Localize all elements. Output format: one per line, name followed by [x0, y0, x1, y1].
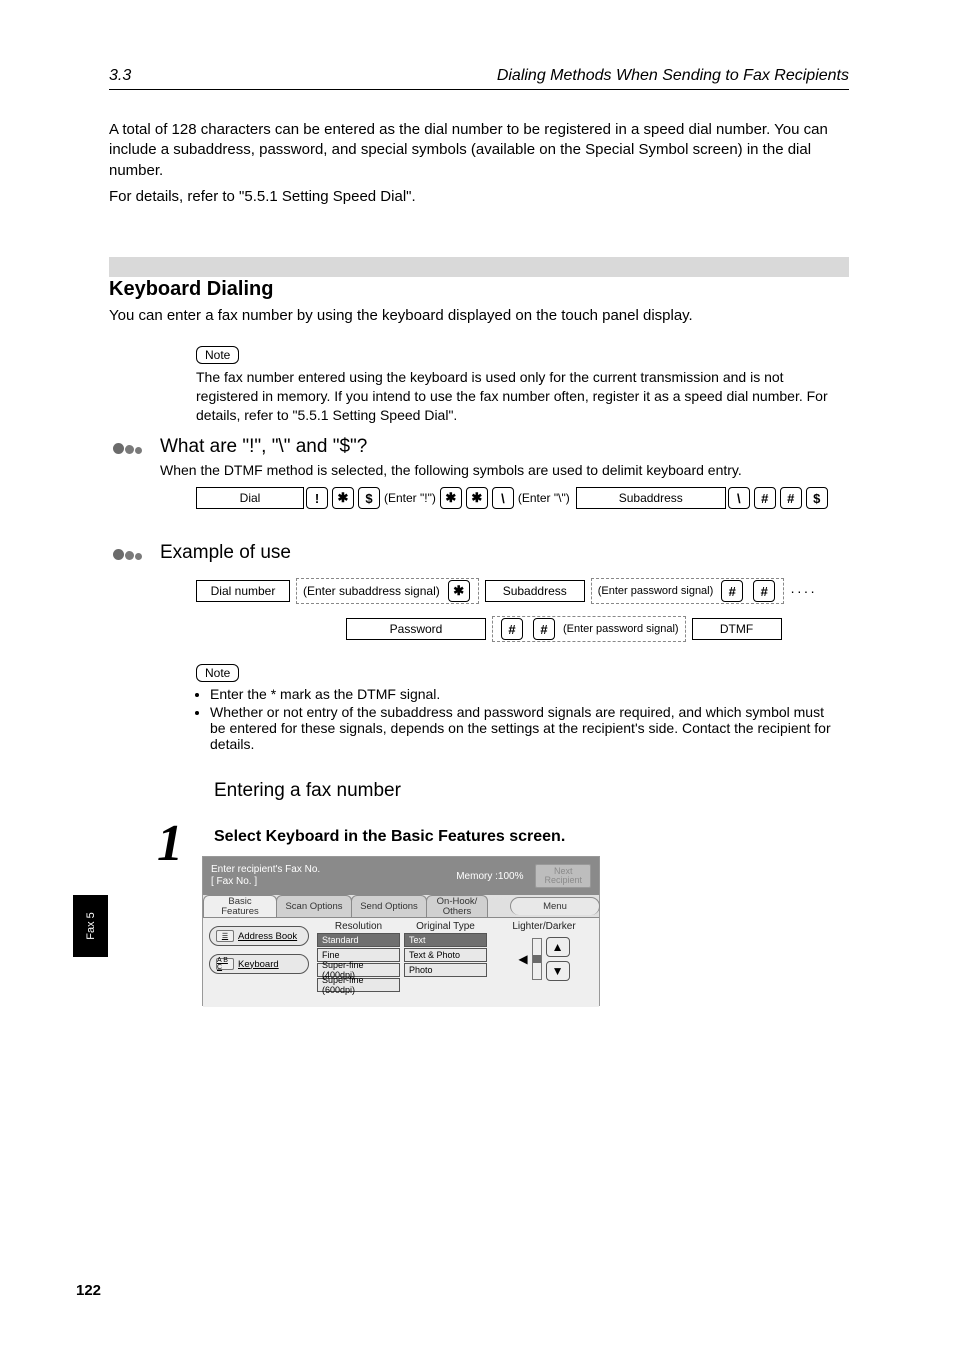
key-hash: #: [721, 580, 743, 602]
subheading: What are "!", "\" and "$"?: [160, 436, 367, 458]
chapter-side-label: Fax 5: [84, 912, 96, 940]
page-header: 3.3 Dialing Methods When Sending to Fax …: [109, 54, 849, 90]
keyboard-icon: A B C: [216, 958, 234, 970]
section-heading: Keyboard Dialing: [109, 278, 273, 301]
password-box: Password: [346, 618, 486, 640]
subheading: Example of use: [160, 542, 291, 564]
step-heading: Select Keyboard in the Basic Features sc…: [214, 828, 565, 846]
tab-scan-options[interactable]: Scan Options: [276, 895, 352, 917]
intro-p1: A total of 128 characters can be entered…: [109, 120, 829, 181]
label-password-signal: (Enter password signal): [598, 585, 714, 597]
address-book-label: Address Book: [238, 931, 297, 942]
key-backslash: \: [728, 487, 750, 509]
key-hash: #: [533, 618, 555, 640]
key-star: ✱: [440, 487, 462, 509]
key-star: ✱: [448, 580, 470, 602]
section-number: 3.3: [109, 67, 131, 85]
section-bar: [109, 257, 849, 277]
next-recipient-button: Next Recipient: [535, 864, 591, 889]
original-type-text[interactable]: Text: [404, 933, 487, 947]
label-enter-backslash: (Enter "\"): [518, 491, 570, 505]
subaddress-signal-group: (Enter subaddress signal) ✱: [296, 578, 479, 604]
tab-row: Basic Features Scan Options Send Options…: [203, 895, 599, 917]
address-book-icon: ☰: [216, 930, 234, 942]
chapter-side-tab: Fax 5: [73, 895, 108, 957]
dial-number-box: Dial number: [196, 580, 290, 602]
label-password-signal: (Enter password signal): [563, 623, 679, 635]
tab-on-hook-others[interactable]: On-Hook/ Others: [426, 895, 488, 917]
intro-p2: For details, refer to "5.5.1 Setting Spe…: [109, 187, 829, 207]
key-sequence-row: Dial ! ✱ $ (Enter "!") ✱ ✱ \ (Enter "\")…: [196, 486, 830, 510]
note-item: Whether or not entry of the subaddress a…: [210, 704, 836, 752]
key-hash: #: [501, 618, 523, 640]
section-title: Dialing Methods When Sending to Fax Reci…: [497, 67, 849, 85]
original-type-photo[interactable]: Photo: [404, 963, 487, 977]
password-signal-group: # # (Enter password signal): [492, 616, 686, 642]
lighter-button[interactable]: ▲: [546, 937, 570, 957]
keyboard-button[interactable]: A B C Keyboard: [209, 954, 309, 974]
original-type-header: Original Type: [404, 920, 487, 933]
example-row-1: Dial number (Enter subaddress signal) ✱ …: [196, 578, 817, 604]
original-type-text-photo[interactable]: Text & Photo: [404, 948, 487, 962]
up-triangle-icon: ▲: [552, 940, 564, 954]
tab-basic-features[interactable]: Basic Features: [203, 895, 277, 917]
page-number: 122: [76, 1282, 101, 1299]
note-item: Enter the * mark as the DTMF signal.: [210, 686, 836, 702]
note-label: Note: [196, 346, 239, 364]
dial-box: Dial: [196, 487, 304, 509]
note-label: Note: [196, 664, 239, 682]
key-exclaim: !: [306, 487, 328, 509]
darker-button[interactable]: ▼: [546, 961, 570, 981]
ellipsis: ····: [790, 583, 817, 599]
prompt-line1: Enter recipient's Fax No.: [211, 864, 320, 876]
note-text: The fax number entered using the keyboar…: [196, 368, 836, 425]
key-star: ✱: [466, 487, 488, 509]
address-book-button[interactable]: ☰ Address Book: [209, 926, 309, 946]
density-meter: [532, 938, 542, 980]
subsection-heading: Entering a fax number: [214, 780, 401, 802]
label-enter-exclaim: (Enter "!"): [384, 491, 436, 505]
resolution-sf600[interactable]: Super-fine (600dpi): [317, 978, 400, 992]
key-dollar: $: [806, 487, 828, 509]
key-hash: #: [754, 487, 776, 509]
intro-block: A total of 128 characters can be entered…: [109, 120, 829, 213]
bullet-icon: [113, 441, 151, 455]
lighter-darker-header: Lighter/Darker: [495, 920, 593, 933]
step-number: 1: [157, 814, 183, 873]
key-backslash: \: [492, 487, 514, 509]
resolution-standard[interactable]: Standard: [317, 933, 400, 947]
key-star: ✱: [332, 487, 354, 509]
menu-button[interactable]: Menu: [510, 897, 600, 915]
key-hash: #: [780, 487, 802, 509]
label-subaddress-signal: (Enter subaddress signal): [303, 584, 440, 598]
bullet-icon: [113, 547, 151, 561]
fax-basic-features-screen: Enter recipient's Fax No. [ Fax No. ] Me…: [202, 856, 600, 1006]
resolution-header: Resolution: [317, 920, 400, 933]
subaddress-box: Subaddress: [576, 487, 726, 509]
subaddress-box: Subaddress: [485, 580, 585, 602]
down-triangle-icon: ▼: [552, 964, 564, 978]
keyboard-label: Keyboard: [238, 959, 279, 970]
key-dollar: $: [358, 487, 380, 509]
tab-send-options[interactable]: Send Options: [351, 895, 427, 917]
subtext: When the DTMF method is selected, the fo…: [160, 462, 742, 478]
key-hash: #: [753, 580, 775, 602]
example-row-2: Password # # (Enter password signal) DTM…: [346, 616, 782, 642]
screen-header: Enter recipient's Fax No. [ Fax No. ] Me…: [203, 857, 599, 895]
note-block: Note Enter the * mark as the DTMF signal…: [196, 664, 836, 754]
section-paragraph: You can enter a fax number by using the …: [109, 306, 829, 326]
left-triangle-icon: ◀: [518, 952, 527, 966]
password-signal-group: (Enter password signal) # #: [591, 578, 785, 604]
memory-indicator: Memory :100%: [456, 871, 523, 882]
note-block: Note The fax number entered using the ke…: [196, 346, 836, 425]
prompt-line2: [ Fax No. ]: [211, 876, 320, 888]
dtmf-box: DTMF: [692, 618, 782, 640]
